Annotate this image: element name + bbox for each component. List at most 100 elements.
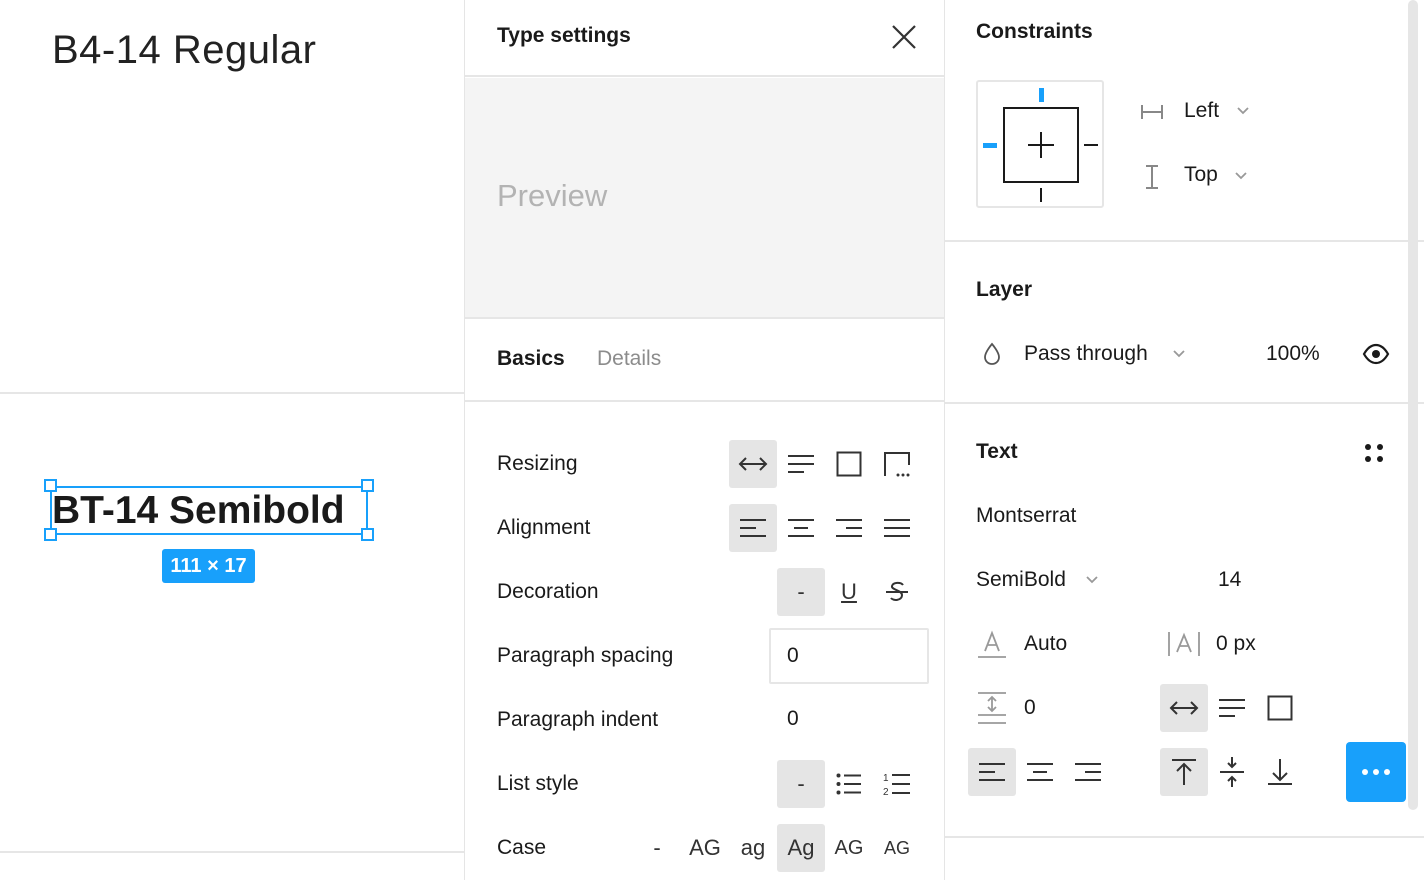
vertical-constraint-select[interactable]: Top: [1184, 163, 1218, 187]
auto-width-icon: [738, 456, 768, 472]
title-case-text: Ag: [787, 835, 815, 860]
auto-height-icon: [787, 454, 815, 474]
bulleted-list-icon: [836, 773, 862, 795]
auto-width-button[interactable]: [729, 440, 777, 488]
lowercase-text: ag: [740, 835, 766, 860]
horizontal-constraint-select[interactable]: Left: [1184, 99, 1219, 123]
align-top-button[interactable]: [1160, 748, 1208, 796]
align-top-icon: [1171, 758, 1197, 786]
decoration-none-button[interactable]: -: [777, 568, 825, 616]
resize-handle-top-left[interactable]: [44, 479, 57, 492]
resize-handle-top-right[interactable]: [361, 479, 374, 492]
canvas-frame-divider: [0, 392, 464, 394]
align-bottom-button[interactable]: [1256, 748, 1304, 796]
font-family-select[interactable]: Montserrat: [976, 504, 1076, 528]
align-left-icon: [978, 762, 1006, 782]
more-options-button[interactable]: [1346, 742, 1406, 802]
bulleted-list-button[interactable]: [825, 760, 873, 808]
font-size-input[interactable]: 14: [1218, 568, 1241, 592]
paragraph-spacing-input[interactable]: 0: [769, 628, 929, 684]
dimension-badge: 111 × 17: [162, 549, 255, 583]
align-right-button[interactable]: [825, 504, 873, 552]
vertical-constraint-icon: [1140, 164, 1164, 190]
resizing-label: Resizing: [497, 452, 578, 475]
align-left-button[interactable]: [729, 504, 777, 552]
letter-spacing-input[interactable]: 0 px: [1216, 632, 1256, 656]
title-case-button[interactable]: Ag: [777, 824, 825, 872]
opacity-input[interactable]: 100%: [1266, 342, 1320, 366]
tab-basics[interactable]: Basics: [497, 347, 565, 371]
settings-tabs: Basics Details: [465, 320, 944, 402]
panel-auto-width-button[interactable]: [1160, 684, 1208, 732]
svg-text:1: 1: [883, 773, 889, 784]
underline-icon: U: [841, 579, 857, 604]
list-style-label: List style: [497, 772, 579, 795]
panel-auto-height-button[interactable]: [1208, 684, 1256, 732]
canvas-frame-divider: [0, 851, 464, 853]
list-none-button[interactable]: -: [777, 760, 825, 808]
resize-handle-bottom-right[interactable]: [361, 528, 374, 541]
tab-details[interactable]: Details: [597, 347, 661, 371]
underline-button[interactable]: U: [825, 568, 873, 616]
visibility-eye-icon[interactable]: [1362, 342, 1390, 366]
small-caps-button[interactable]: AG: [825, 824, 873, 872]
resize-handle-bottom-left[interactable]: [44, 528, 57, 541]
blend-mode-select[interactable]: Pass through: [1024, 342, 1148, 366]
type-settings-modal: Type settings Preview Basics Details Res…: [464, 0, 945, 880]
horizontal-constraint-icon: [1140, 100, 1164, 124]
modal-title: Type settings: [497, 24, 631, 47]
align-middle-icon: [1219, 756, 1245, 788]
design-canvas[interactable]: B4-14 Regular BT-14 Semibold 111 × 17: [0, 0, 464, 880]
selection-box[interactable]: [50, 486, 368, 535]
align-bottom-icon: [1267, 758, 1293, 786]
modal-header: Type settings: [465, 0, 944, 77]
chevron-down-icon[interactable]: [1172, 347, 1186, 361]
numbered-list-button[interactable]: 12: [873, 760, 921, 808]
paragraph-spacing-panel-input[interactable]: 0: [1024, 696, 1036, 720]
auto-height-button[interactable]: [777, 440, 825, 488]
chevron-down-icon[interactable]: [1085, 573, 1099, 587]
blend-mode-icon: [982, 342, 1002, 366]
panel-align-left-button[interactable]: [968, 748, 1016, 796]
constraints-title: Constraints: [976, 20, 1093, 43]
align-middle-button[interactable]: [1208, 748, 1256, 796]
case-none-text: -: [653, 835, 661, 860]
auto-width-icon: [1169, 700, 1199, 716]
paragraph-spacing-label: Paragraph spacing: [497, 644, 674, 667]
layer-title: Layer: [976, 278, 1033, 301]
panel-align-right-button[interactable]: [1064, 748, 1112, 796]
fixed-size-icon: [1267, 695, 1293, 721]
line-height-input[interactable]: Auto: [1024, 632, 1067, 656]
align-center-button[interactable]: [777, 504, 825, 552]
lowercase-button[interactable]: ag: [729, 824, 777, 872]
strikethrough-icon: [884, 579, 910, 605]
paragraph-indent-input[interactable]: 0: [787, 707, 799, 731]
text-section-title: Text: [976, 440, 1018, 463]
section-divider: [945, 836, 1424, 838]
fixed-size-button[interactable]: [825, 440, 873, 488]
type-settings-dots-icon[interactable]: [1364, 443, 1386, 465]
chevron-down-icon[interactable]: [1236, 104, 1250, 118]
panel-align-center-button[interactable]: [1016, 748, 1064, 796]
line-height-icon: [976, 629, 1008, 659]
case-none-button[interactable]: -: [633, 824, 681, 872]
close-icon[interactable]: [891, 24, 917, 50]
canvas-text-layer[interactable]: B4-14 Regular: [52, 28, 316, 73]
small-caps-forced-text: AG: [883, 837, 910, 858]
small-caps-forced-button[interactable]: AG: [873, 824, 921, 872]
small-caps-text: AG: [834, 836, 864, 859]
panel-fixed-size-button[interactable]: [1256, 684, 1304, 732]
svg-text:2: 2: [883, 787, 889, 797]
truncate-text-icon: [883, 451, 911, 477]
constraint-widget[interactable]: [976, 80, 1104, 208]
font-weight-select[interactable]: SemiBold: [976, 568, 1066, 592]
panel-scrollbar[interactable]: [1408, 0, 1418, 810]
decoration-none-text: -: [797, 579, 805, 604]
chevron-down-icon[interactable]: [1234, 169, 1248, 183]
align-justify-button[interactable]: [873, 504, 921, 552]
preview-text: Preview: [497, 178, 608, 213]
properties-panel: Constraints Left Top Layer Pass through …: [945, 0, 1424, 880]
truncate-text-button[interactable]: [873, 440, 921, 488]
uppercase-button[interactable]: AG: [681, 824, 729, 872]
strikethrough-button[interactable]: [873, 568, 921, 616]
